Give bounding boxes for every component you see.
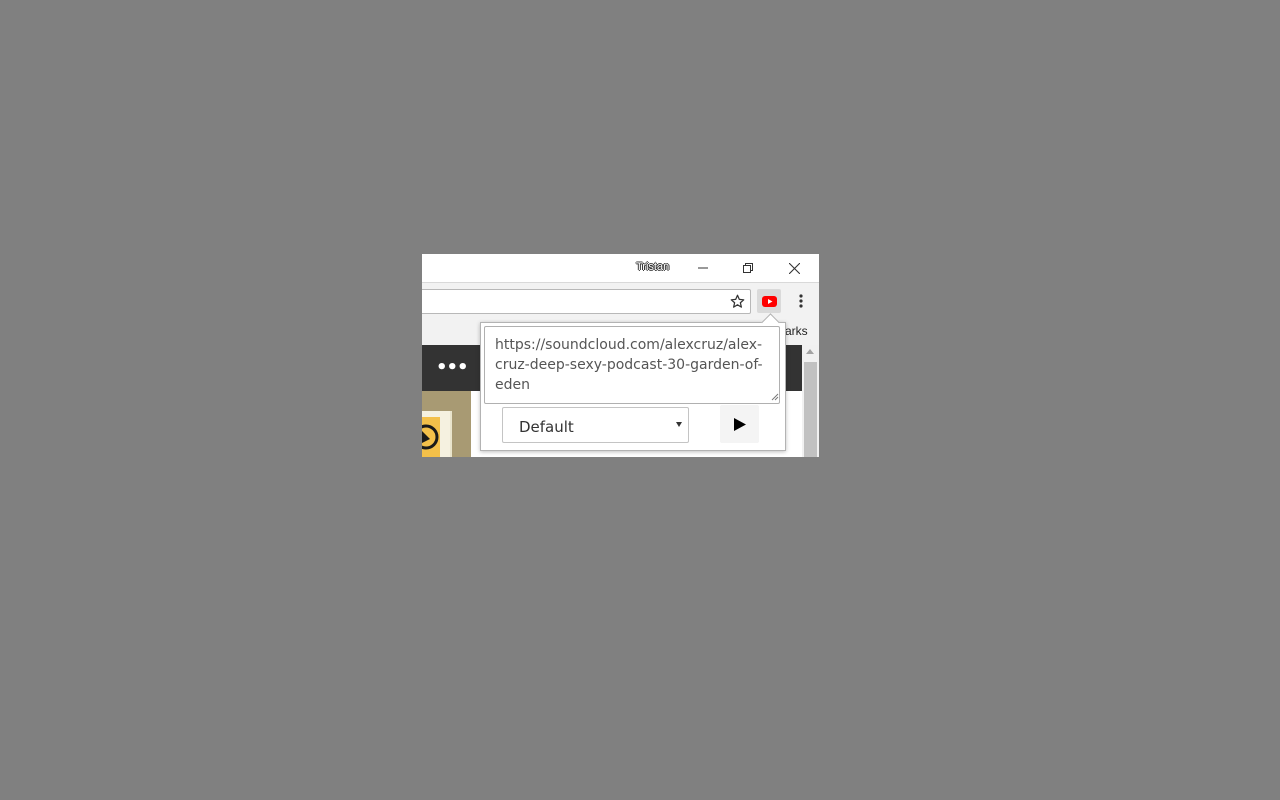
address-bar[interactable] (422, 289, 751, 314)
scroll-thumb[interactable] (804, 362, 817, 457)
artwork-frame (422, 411, 452, 457)
other-bookmarks-label[interactable]: arks (785, 324, 808, 338)
browser-menu-button[interactable] (792, 289, 810, 313)
browser-toolbar (422, 283, 819, 319)
artwork-emblem-icon (422, 424, 439, 450)
scroll-up-arrow-icon[interactable] (806, 349, 814, 354)
extension-popup: https://soundcloud.com/alexcruz/alex-cru… (480, 313, 786, 451)
minimize-button[interactable] (680, 254, 726, 282)
extension-button[interactable] (757, 289, 781, 313)
bookmark-star-button[interactable] (728, 292, 746, 310)
track-artwork-panel (422, 391, 471, 457)
artwork-image[interactable] (422, 417, 440, 457)
profile-name[interactable]: Tristan (636, 261, 669, 273)
page-scrollbar[interactable] (802, 345, 819, 457)
minimize-icon (698, 267, 708, 269)
star-icon (730, 294, 744, 308)
play-icon (733, 417, 746, 431)
close-button[interactable] (771, 254, 817, 282)
more-vert-icon (799, 294, 803, 308)
quality-select[interactable]: Default (502, 407, 689, 443)
restore-icon (743, 263, 753, 273)
chevron-down-icon (676, 422, 682, 427)
close-icon (788, 262, 800, 274)
url-input[interactable]: https://soundcloud.com/alexcruz/alex-cru… (484, 326, 780, 404)
restore-button[interactable] (725, 254, 771, 282)
more-options-icon[interactable]: ••• (436, 357, 469, 378)
title-bar: Tristan (422, 254, 819, 283)
youtube-icon (761, 295, 777, 307)
quality-selected-value: Default (519, 418, 574, 436)
resize-grip-icon[interactable] (771, 393, 779, 401)
play-button[interactable] (720, 405, 759, 443)
